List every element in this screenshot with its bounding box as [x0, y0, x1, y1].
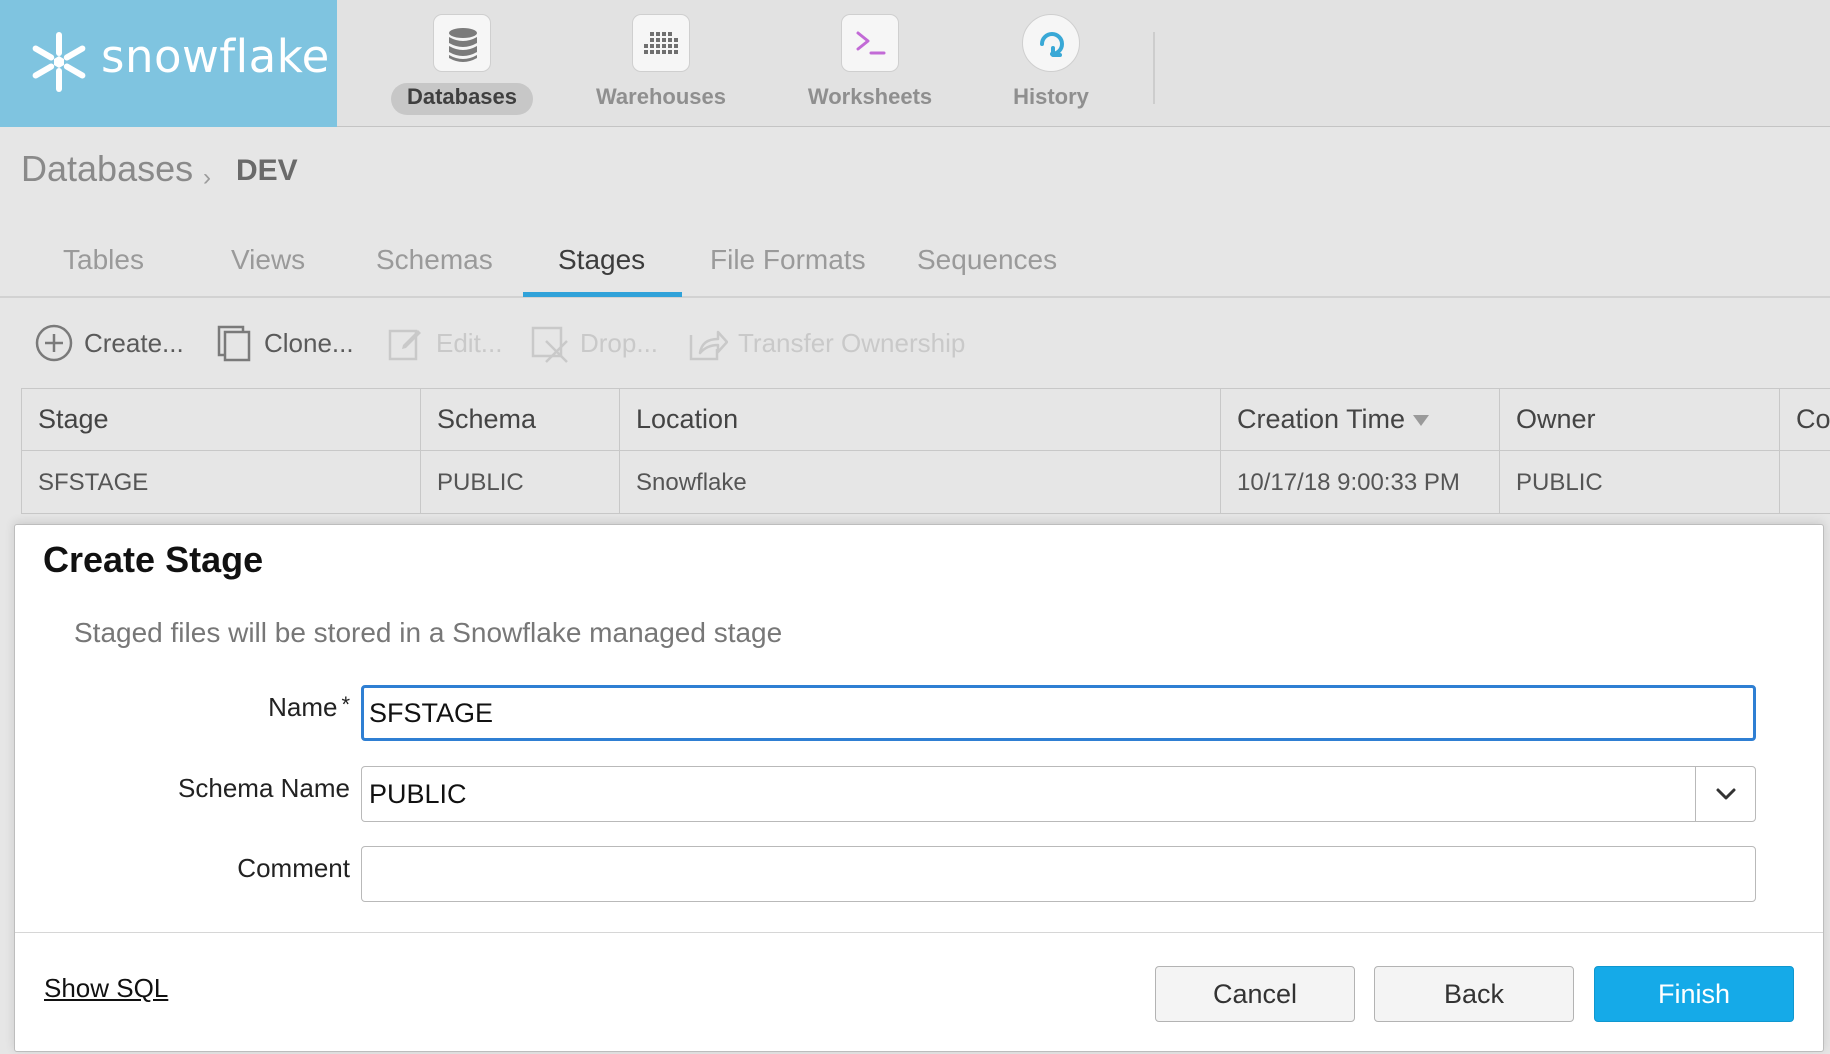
nav-divider: [1153, 32, 1155, 104]
nav-label-databases: Databases: [406, 84, 518, 109]
transfer-share-icon: [689, 330, 728, 361]
cancel-button[interactable]: Cancel: [1155, 966, 1355, 1022]
tab-stages[interactable]: Stages: [558, 244, 645, 276]
edit-button-label: Edit...: [436, 327, 503, 358]
edit-pencil-icon: [388, 329, 421, 361]
column-header-creation-time[interactable]: Creation Time: [1221, 389, 1500, 450]
dialog-footer-divider: [15, 932, 1823, 933]
tab-file-formats[interactable]: File Formats: [710, 244, 866, 276]
copy-icon: [217, 325, 251, 362]
tab-sequences[interactable]: Sequences: [917, 244, 1057, 276]
terminal-prompt-icon: [841, 14, 899, 72]
tab-schemas[interactable]: Schemas: [376, 244, 493, 276]
finish-button[interactable]: Finish: [1594, 966, 1794, 1022]
column-header-creation-time-label: Creation Time: [1237, 404, 1406, 434]
clone-button[interactable]: Clone...: [214, 322, 354, 364]
object-tabs: Tables Views Schemas Stages File Formats…: [0, 232, 1830, 298]
dialog-title: Create Stage: [43, 539, 264, 580]
cell-creation-time: 10/17/18 9:00:33 PM: [1221, 451, 1500, 514]
schema-dropdown-toggle[interactable]: [1695, 767, 1755, 821]
schema-name-label: Schema Name: [178, 773, 350, 803]
dialog-description: Staged files will be stored in a Snowfla…: [74, 617, 783, 648]
column-header-owner[interactable]: Owner: [1500, 389, 1780, 450]
name-label-text: Name: [268, 692, 338, 722]
tab-tables[interactable]: Tables: [63, 244, 144, 276]
back-button[interactable]: Back: [1374, 966, 1574, 1022]
comment-label: Comment: [237, 853, 350, 883]
create-stage-dialog: Create Stage Staged files will be stored…: [14, 524, 1824, 1052]
show-sql-link[interactable]: Show SQL: [44, 973, 168, 1004]
tab-views[interactable]: Views: [231, 244, 305, 276]
column-header-location[interactable]: Location: [620, 389, 1221, 450]
cell-comment: [1780, 451, 1830, 514]
stages-table: Stage Schema Location Creation Time Owne…: [21, 388, 1830, 514]
plus-circle-icon: [35, 324, 73, 362]
drop-x-icon: [531, 326, 568, 363]
drop-button[interactable]: Drop...: [530, 322, 658, 364]
schema-name-select[interactable]: PUBLIC: [361, 766, 1756, 822]
nav-history[interactable]: History: [1000, 0, 1102, 127]
schema-name-value: PUBLIC: [369, 779, 467, 809]
nav-warehouses[interactable]: Warehouses: [590, 0, 732, 127]
nav-label-worksheets: Worksheets: [807, 84, 933, 109]
nav-label-history: History: [1013, 84, 1089, 109]
cell-schema: PUBLIC: [421, 451, 620, 514]
required-marker: *: [341, 692, 350, 717]
table-row[interactable]: SFSTAGE PUBLIC Snowflake 10/17/18 9:00:3…: [22, 451, 1830, 514]
cell-location: Snowflake: [620, 451, 1221, 514]
top-nav-bar: snowflake Databases Warehouses Worksheet…: [0, 0, 1830, 127]
column-header-schema[interactable]: Schema: [421, 389, 620, 450]
history-refresh-icon: [1022, 14, 1080, 72]
drop-button-label: Drop...: [580, 327, 659, 358]
sort-descending-icon: [1413, 415, 1430, 426]
column-header-stage[interactable]: Stage: [22, 389, 421, 450]
create-button[interactable]: Create...: [34, 322, 184, 364]
nav-databases[interactable]: Databases: [390, 0, 534, 127]
snowflake-logo-icon: [32, 32, 86, 92]
brand-wordmark: snowflake: [101, 30, 330, 83]
active-tab-indicator: [523, 292, 682, 297]
stage-name-input[interactable]: [361, 685, 1756, 741]
column-header-comment[interactable]: Co: [1780, 389, 1830, 450]
create-button-label: Create...: [84, 327, 184, 358]
breadcrumb-current: DEV: [236, 154, 298, 187]
table-header: Stage Schema Location Creation Time Owne…: [22, 389, 1830, 451]
cell-owner: PUBLIC: [1500, 451, 1780, 514]
transfer-ownership-button[interactable]: Transfer Ownership: [688, 322, 965, 364]
comment-input[interactable]: [361, 846, 1756, 902]
breadcrumb-databases-link[interactable]: Databases: [21, 148, 193, 190]
name-field-label: Name *: [268, 692, 350, 723]
cell-stage: SFSTAGE: [22, 451, 421, 514]
warehouse-grid-icon: [632, 14, 690, 72]
transfer-ownership-label: Transfer Ownership: [738, 327, 966, 358]
edit-button[interactable]: Edit...: [386, 322, 502, 364]
nav-label-warehouses: Warehouses: [595, 84, 726, 109]
nav-worksheets[interactable]: Worksheets: [800, 0, 940, 127]
brand-logo[interactable]: snowflake: [0, 0, 337, 127]
clone-button-label: Clone...: [264, 327, 354, 358]
chevron-down-icon: [1716, 788, 1735, 800]
breadcrumb-separator: ›: [203, 164, 211, 191]
database-icon: [433, 14, 491, 72]
